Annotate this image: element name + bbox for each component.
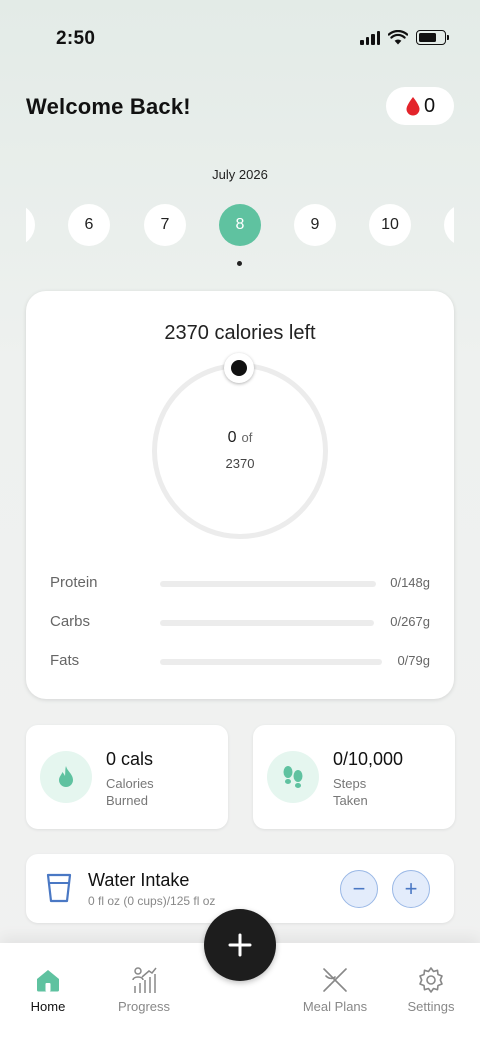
calories-burned-card[interactable]: 0 cals Calories Burned — [26, 725, 228, 829]
macro-row-carbs: Carbs 0/267g — [50, 612, 430, 632]
macro-value: 0/148g — [390, 575, 430, 590]
decrease-water-button[interactable]: − — [340, 870, 378, 908]
day-button[interactable]: 10 — [369, 204, 411, 246]
macro-value: 0/79g — [397, 653, 430, 668]
calorie-goal: 2370 — [225, 456, 255, 471]
status-icons — [360, 30, 449, 45]
macro-label: Carbs — [50, 613, 91, 630]
page-indicator-dot — [237, 261, 242, 266]
steps-label: Steps Taken — [333, 775, 368, 809]
add-entry-button[interactable] — [204, 909, 276, 981]
water-intake-amount: 0 fl oz (0 cups)/125 fl oz — [88, 894, 216, 908]
tab-label: Settings — [407, 999, 455, 1014]
label-line: Steps — [333, 776, 367, 791]
calories-burned-value: 0 cals — [106, 749, 154, 769]
water-intake-title: Water Intake — [88, 870, 190, 890]
calories-left-title: 2370 calories left — [164, 322, 316, 344]
steps-card[interactable]: 0/10,000 Steps Taken — [253, 725, 455, 829]
glass-icon — [46, 873, 72, 903]
streak-count: 0 — [423, 94, 436, 117]
macro-progress-track — [160, 620, 374, 626]
day-button[interactable]: 6 — [68, 204, 110, 246]
flame-icon — [40, 751, 92, 803]
macro-value: 0/267g — [390, 614, 430, 629]
increase-water-button[interactable]: + — [392, 870, 430, 908]
status-time: 2:50 — [56, 28, 96, 49]
macro-progress-track — [160, 659, 382, 665]
macro-row-fats: Fats 0/79g — [50, 651, 430, 671]
steps-value: 0/10,000 — [333, 749, 404, 769]
of-label: of — [241, 430, 253, 445]
tab-home[interactable]: Home — [3, 965, 93, 1014]
wifi-icon — [388, 30, 408, 45]
tab-progress[interactable]: Progress — [99, 965, 189, 1014]
label-line: Calories — [106, 776, 154, 791]
tab-meal-plans[interactable]: Meal Plans — [290, 965, 380, 1014]
macro-label: Fats — [50, 652, 80, 669]
page-title: Welcome Back! — [26, 94, 191, 119]
calorie-card: 2370 calories left 0 of 2370 Protein 0/14… — [26, 291, 454, 699]
day-button[interactable]: 7 — [144, 204, 186, 246]
calories-consumed: 0 of — [26, 429, 454, 447]
ring-progress-knob — [224, 353, 254, 383]
home-icon — [3, 965, 93, 995]
gear-icon — [386, 965, 476, 995]
day-button[interactable]: 5 — [26, 204, 35, 246]
day-strip[interactable]: 5 6 7 8 9 10 11 — [26, 204, 454, 246]
macro-progress-track — [160, 581, 376, 587]
tab-label: Progress — [117, 999, 171, 1014]
macro-label: Protein — [50, 574, 98, 591]
macro-row-protein: Protein 0/148g — [50, 573, 430, 593]
battery-icon — [416, 30, 449, 45]
day-button[interactable]: 11 — [444, 204, 454, 246]
tab-label: Home — [30, 999, 66, 1014]
status-bar: 2:50 — [0, 0, 480, 78]
tab-settings[interactable]: Settings — [386, 965, 476, 1014]
cellular-signal-icon — [360, 30, 380, 45]
streak-badge[interactable]: 0 — [386, 87, 454, 125]
consumed-value: 0 — [227, 429, 237, 446]
fork-knife-icon — [290, 965, 380, 995]
day-button[interactable]: 9 — [294, 204, 336, 246]
month-label: July 2026 — [212, 167, 268, 182]
label-line: Burned — [106, 793, 148, 808]
plus-icon — [228, 933, 252, 957]
day-button-selected[interactable]: 8 — [219, 204, 261, 246]
calories-burned-label: Calories Burned — [106, 775, 154, 809]
calorie-progress-ring — [152, 363, 328, 539]
label-line: Taken — [333, 793, 368, 808]
tab-label: Meal Plans — [302, 999, 368, 1014]
drop-icon — [406, 97, 420, 116]
progress-icon — [99, 965, 189, 995]
footsteps-icon — [267, 751, 319, 803]
